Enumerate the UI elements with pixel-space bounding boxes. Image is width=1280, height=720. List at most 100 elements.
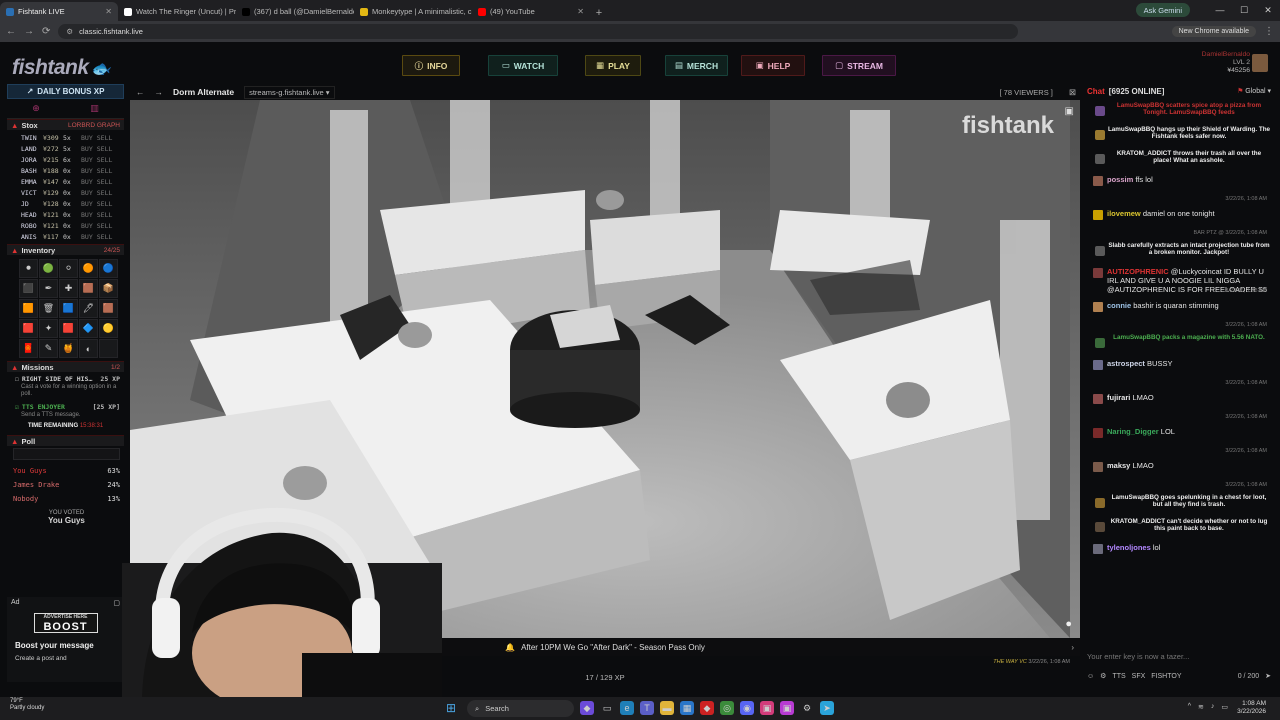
maximize-icon[interactable]: ☐ [1232,0,1256,21]
chat-message[interactable]: astrospect BUSSY 3/22/26, 1:08 AM [1093,354,1271,388]
nav-info-button[interactable]: ⓘ INFO [402,55,460,76]
browser-tab[interactable]: Monkeytype | A minimalistic, c✕ [354,2,472,21]
chat-message[interactable]: Naring_Digger LOL 3/22/26, 1:08 AM [1093,422,1271,456]
sell-button[interactable]: SELL [97,189,113,197]
tab-close-icon[interactable]: ✕ [105,7,112,16]
stox-ticker[interactable]: VICT [21,189,39,197]
volume-icon[interactable]: ♪ [1211,703,1215,711]
chat-avatar[interactable] [1093,544,1103,554]
inventory-item-icon[interactable]: 🟠 [79,259,98,278]
inventory-item-icon[interactable]: ✒ [39,279,58,298]
inventory-item-icon[interactable]: 🧧 [19,339,38,358]
chrome-icon[interactable]: ◎ [720,701,734,715]
inventory-item-icon[interactable]: 🔷 [79,319,98,338]
back-icon[interactable]: ← [6,26,16,37]
buy-button[interactable]: BUY [81,189,93,197]
close-icon[interactable]: ✕ [1256,0,1280,21]
inventory-item-icon[interactable]: ⬛ [19,279,38,298]
wifi-icon[interactable]: ≋ [1198,703,1204,711]
buy-button[interactable]: BUY [81,200,93,208]
chat-room-select[interactable]: ⚑ Global ▾ [1237,87,1271,95]
checkbox-checked-icon[interactable]: ☑ [15,403,19,411]
close-stream-icon[interactable]: ⊠ [1069,87,1076,98]
mission-item[interactable]: ☐ RIGHT SIDE OF HIS… 25 XP Cast a vote for… [7,372,124,400]
buy-button[interactable]: BUY [81,233,93,241]
tab-close-icon[interactable]: ✕ [577,7,584,16]
telegram-icon[interactable]: ➤ [820,701,834,715]
inventory-item-icon[interactable]: 🟢 [39,259,58,278]
collapse-icon[interactable]: ▲ [11,121,18,130]
inventory-item-icon[interactable]: 🟥 [59,319,78,338]
nav-help-button[interactable]: ▣ HELP [741,55,805,76]
browser-tab[interactable]: Fishtank LIVE ✕ [0,2,118,21]
boost-banner[interactable]: ADVERTISE HERE BOOST [33,613,98,633]
inventory-item-icon[interactable]: 🖊 [79,299,98,318]
buy-button[interactable]: BUY [81,222,93,230]
inventory-item-icon[interactable]: 📦 [99,279,118,298]
chat-message[interactable]: ilovemew damiel on one tonight BAR PTZ @ … [1093,204,1271,238]
daily-bonus-button[interactable]: ↗ DAILY BONUS XP [7,84,124,99]
chat-message[interactable]: connie bashir is quaran stimming 3/22/26,… [1093,296,1271,330]
inventory-slot-empty[interactable] [99,339,118,358]
taskbar-clock[interactable]: 1:08 AM 3/22/2026 [1237,700,1266,716]
menu-icon[interactable]: ⋮ [1264,26,1274,37]
poll-option[interactable]: James Drake 24% [13,478,120,492]
site-info-icon[interactable]: ⚙ [66,27,73,36]
chat-username[interactable]: fujirari [1107,393,1130,402]
fishtoy-button[interactable]: FISHTOY [1151,673,1181,680]
chat-username[interactable]: astrospect [1107,359,1145,368]
chat-message[interactable]: AUTIZOPHRENIC @Luckycoincat ID BULLY U I… [1093,262,1271,296]
stox-ticker[interactable]: BASH [21,167,39,175]
chat-username[interactable]: connie [1107,301,1131,310]
send-icon[interactable]: ➤ [1265,672,1271,680]
avatar[interactable] [1252,54,1268,72]
reload-icon[interactable]: ⟳ [42,26,50,37]
chat-avatar[interactable] [1093,268,1103,278]
inventory-item-icon[interactable]: ✎ [39,339,58,358]
poll-option[interactable]: You Guys 63% [13,464,120,478]
task-view-icon[interactable]: ▭ [600,701,614,715]
buy-button[interactable]: BUY [81,145,93,153]
chat-username[interactable]: tylenoljones [1107,543,1151,552]
chat-message[interactable]: tylenoljones lol [1093,538,1271,572]
sell-button[interactable]: SELL [97,222,113,230]
mute-icon[interactable]: ● [1065,618,1072,630]
new-chrome-button[interactable]: New Chrome available [1171,26,1256,37]
file-explorer-icon[interactable]: ▬ [660,701,674,715]
forward-icon[interactable]: → [24,26,34,37]
checkbox-icon[interactable]: ☐ [15,375,19,383]
tts-button[interactable]: TTS [1112,673,1125,680]
settings-icon[interactable]: ⚙ [1100,672,1106,680]
sell-button[interactable]: SELL [97,156,113,164]
inventory-item-icon[interactable]: 🟧 [19,299,38,318]
emoji-icon[interactable]: ☺ [1087,673,1094,680]
inventory-item-icon[interactable]: 🟦 [59,299,78,318]
collapse-icon[interactable]: ▲ [11,246,18,255]
inventory-item-icon[interactable]: ◐ [79,339,98,358]
buy-button[interactable]: BUY [81,211,93,219]
buy-button[interactable]: BUY [81,134,93,142]
chevron-up-icon[interactable]: ^ [1188,703,1191,711]
chevron-right-icon[interactable]: › [1071,643,1074,652]
chat-message[interactable]: maksy LMAO 3/22/26, 1:08 AM [1093,456,1271,490]
inventory-item-icon[interactable]: 🟥 [19,319,38,338]
stox-ticker[interactable]: ROBO [21,222,39,230]
collapse-icon[interactable]: ▲ [11,363,18,372]
inventory-item-icon[interactable]: 🗑 [39,299,58,318]
chat-username[interactable]: ilovemew [1107,209,1141,218]
url-input[interactable]: ⚙ classic.fishtank.live [58,24,1019,39]
next-camera-icon[interactable]: → [155,87,164,97]
sell-button[interactable]: SELL [97,178,113,186]
inventory-item-icon[interactable]: 🟡 [99,319,118,338]
poll-option[interactable]: Nobody 13% [13,492,120,506]
server-select[interactable]: streams-g.fishtank.live ▾ [244,85,335,99]
chat-avatar[interactable] [1093,176,1103,186]
inventory-item-icon[interactable]: 🟫 [99,299,118,318]
weather-widget[interactable]: 79°F Partly cloudy [10,698,44,712]
stox-ticker[interactable]: HEAD [21,211,39,219]
stox-links[interactable]: LORBRD GRAPH [68,122,120,129]
user-info[interactable]: DamielBernaldo LVL 2 ¥45256 [1202,51,1250,75]
chat-avatar[interactable] [1093,394,1103,404]
stox-ticker[interactable]: LAND [21,145,39,153]
app-purple-icon[interactable]: ▣ [780,701,794,715]
